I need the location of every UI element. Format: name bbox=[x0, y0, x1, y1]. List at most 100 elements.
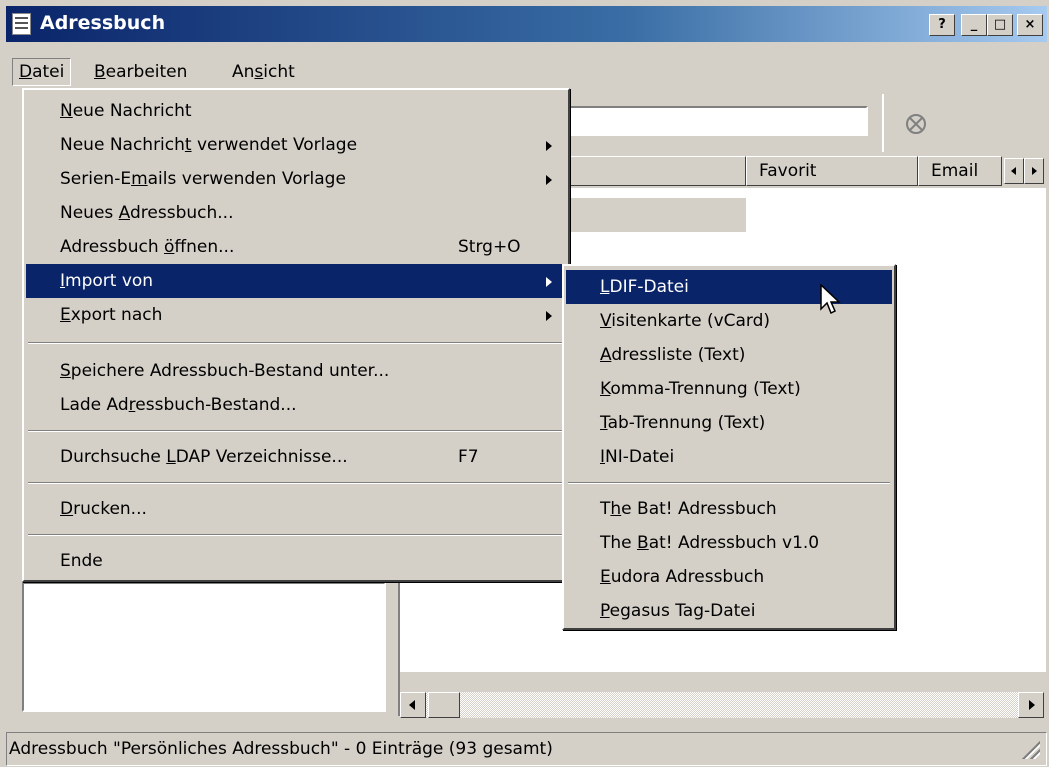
minimize-button[interactable]: _ bbox=[961, 14, 987, 36]
menu-item-eudora[interactable]: Eudora Adressbuch bbox=[566, 560, 892, 594]
menu-item-import-from[interactable]: Import von bbox=[26, 264, 566, 298]
new-message-template-prefix: Neue Nachrich bbox=[60, 135, 185, 155]
column-header-blank[interactable] bbox=[562, 156, 746, 186]
menu-item-print[interactable]: Drucken... bbox=[26, 492, 566, 526]
open-addressbook-rest: ffnen... bbox=[174, 237, 235, 257]
column-scroll-right-button[interactable] bbox=[1024, 158, 1044, 184]
clear-icon bbox=[906, 114, 926, 134]
save-stock-accel: S bbox=[60, 361, 71, 381]
import-submenu: LDIF-Datei Visitenkarte (vCard) Adressli… bbox=[562, 264, 896, 630]
menu-item-open-addressbook[interactable]: Adressbuch öffnen... Strg+O bbox=[26, 230, 566, 264]
menu-item-export-to[interactable]: Export nach bbox=[26, 298, 566, 332]
exit-rest: Ende bbox=[60, 551, 103, 571]
clear-search-button[interactable] bbox=[882, 94, 946, 152]
print-rest: rucken... bbox=[73, 499, 147, 519]
vcard-rest: isitenkarte (vCard) bbox=[611, 311, 771, 331]
pegasus-rest: egasus Tag-Datei bbox=[609, 601, 756, 621]
window-title: Adressbuch bbox=[40, 12, 166, 34]
close-button[interactable]: × bbox=[1017, 14, 1043, 36]
comma-rest: omma-Trennung (Text) bbox=[610, 379, 801, 399]
thebat-prefix: T bbox=[600, 499, 611, 519]
menu-view-rest: icht bbox=[263, 62, 295, 82]
menu-view[interactable]: Ansicht bbox=[226, 58, 301, 86]
serial-emails-prefix: Serien-E bbox=[60, 169, 132, 189]
tab-rest: ab-Trennung (Text) bbox=[607, 413, 766, 433]
menu-item-tab[interactable]: Tab-Trennung (Text) bbox=[566, 406, 892, 440]
horizontal-scrollbar[interactable] bbox=[400, 692, 1044, 718]
export-to-accel: E bbox=[60, 305, 71, 325]
menu-item-vcard[interactable]: Visitenkarte (vCard) bbox=[566, 304, 892, 338]
column-header-favorite[interactable]: Favorit bbox=[746, 156, 918, 186]
menu-item-new-addressbook[interactable]: Neues Adressbuch... bbox=[26, 196, 566, 230]
menu-item-pegasus[interactable]: Pegasus Tag-Datei bbox=[566, 594, 892, 628]
export-to-rest: xport nach bbox=[70, 305, 163, 325]
arrow-right-icon bbox=[1032, 167, 1037, 175]
new-message-accel: N bbox=[60, 101, 73, 121]
serial-emails-accel: m bbox=[131, 169, 148, 189]
menu-item-exit[interactable]: Ende bbox=[26, 544, 566, 578]
thebat-accel: h bbox=[610, 499, 622, 519]
search-ldap-prefix: Durchsuche bbox=[60, 447, 167, 467]
help-button[interactable]: ? bbox=[929, 14, 955, 36]
new-addressbook-accel: A bbox=[118, 203, 131, 223]
resize-grip-icon[interactable] bbox=[1020, 739, 1040, 759]
arrow-left-icon bbox=[1011, 167, 1016, 175]
tab-accel: T bbox=[600, 413, 608, 433]
addressbook-app-icon[interactable] bbox=[12, 13, 31, 35]
menu-item-new-message-template[interactable]: Neue Nachricht verwendet Vorlage bbox=[26, 128, 566, 162]
title-bar[interactable]: Adressbuch ? _ □ × bbox=[6, 6, 1047, 42]
arrow-right-icon bbox=[1029, 700, 1035, 710]
status-bar: Adressbuch "Persönliches Adressbuch" - 0… bbox=[6, 732, 1047, 766]
new-message-template-rest: verwendet Vorlage bbox=[191, 135, 358, 155]
search-input[interactable] bbox=[562, 106, 868, 136]
vcard-accel: V bbox=[600, 311, 612, 331]
menu-bar: Datei Bearbeiten Ansicht bbox=[6, 58, 1047, 86]
submenu-arrow-icon bbox=[546, 277, 552, 287]
menu-view-accel: s bbox=[254, 62, 264, 82]
address-list-rest: dressliste (Text) bbox=[611, 345, 746, 365]
menu-view-prefix: An bbox=[232, 62, 255, 82]
menu-item-thebat-v1[interactable]: The Bat! Adressbuch v1.0 bbox=[566, 526, 892, 560]
menu-file-rest: atei bbox=[32, 62, 65, 82]
folder-tree-pane[interactable] bbox=[22, 582, 386, 712]
search-ldap-shortcut: F7 bbox=[458, 447, 479, 467]
scroll-right-button[interactable] bbox=[1018, 692, 1044, 718]
maximize-button[interactable]: □ bbox=[987, 14, 1013, 36]
scroll-left-button[interactable] bbox=[400, 692, 426, 718]
thebat-v1-prefix: The bbox=[600, 533, 638, 553]
menu-item-ldif[interactable]: LDIF-Datei bbox=[566, 270, 892, 304]
menu-item-new-message[interactable]: Neue Nachricht bbox=[26, 94, 566, 128]
menu-item-search-ldap[interactable]: Durchsuche LDAP Verzeichnisse... F7 bbox=[26, 440, 566, 474]
menu-item-ini[interactable]: INI-Datei bbox=[566, 440, 892, 474]
menu-item-load-stock[interactable]: Lade Adressbuch-Bestand... bbox=[26, 388, 566, 422]
pegasus-accel: P bbox=[600, 601, 610, 621]
menu-item-serial-emails[interactable]: Serien-Emails verwenden Vorlage bbox=[26, 162, 566, 196]
load-stock-prefix: Lade Ad bbox=[60, 395, 129, 415]
column-header-email[interactable]: Email bbox=[918, 156, 1002, 186]
eudora-accel: E bbox=[600, 567, 611, 587]
menu-edit[interactable]: Bearbeiten bbox=[88, 58, 193, 86]
new-message-template-accel: t bbox=[184, 135, 192, 155]
eudora-rest: udora Adressbuch bbox=[610, 567, 765, 587]
menu-item-thebat[interactable]: The Bat! Adressbuch bbox=[566, 492, 892, 526]
menu-item-comma[interactable]: Komma-Trennung (Text) bbox=[566, 372, 892, 406]
menu-item-address-list[interactable]: Adressliste (Text) bbox=[566, 338, 892, 372]
ini-rest: NI-Datei bbox=[605, 447, 675, 467]
submenu-arrow-icon bbox=[546, 175, 552, 185]
column-scroll-left-button[interactable] bbox=[1004, 158, 1024, 184]
menu-separator bbox=[28, 430, 564, 432]
scroll-thumb[interactable] bbox=[428, 692, 460, 718]
arrow-left-icon bbox=[409, 700, 415, 710]
status-text: Adressbuch "Persönliches Adressbuch" - 0… bbox=[9, 739, 553, 759]
menu-file-accel: D bbox=[19, 62, 33, 82]
save-stock-rest: peichere Adressbuch-Bestand unter... bbox=[70, 361, 390, 381]
search-ldap-accel: L bbox=[166, 447, 176, 467]
menu-separator bbox=[28, 342, 564, 344]
file-menu: Neue Nachricht Neue Nachricht verwendet … bbox=[22, 88, 570, 582]
address-book-window: Adressbuch ? _ □ × Datei Bearbeiten Ansi… bbox=[0, 0, 1049, 767]
menu-item-save-stock[interactable]: Speichere Adressbuch-Bestand unter... bbox=[26, 354, 566, 388]
new-addressbook-rest: dressbuch... bbox=[130, 203, 234, 223]
menu-file[interactable]: Datei bbox=[12, 58, 72, 86]
open-addressbook-prefix: Adressbuch bbox=[60, 237, 165, 257]
serial-emails-rest: ails verwenden Vorlage bbox=[147, 169, 346, 189]
